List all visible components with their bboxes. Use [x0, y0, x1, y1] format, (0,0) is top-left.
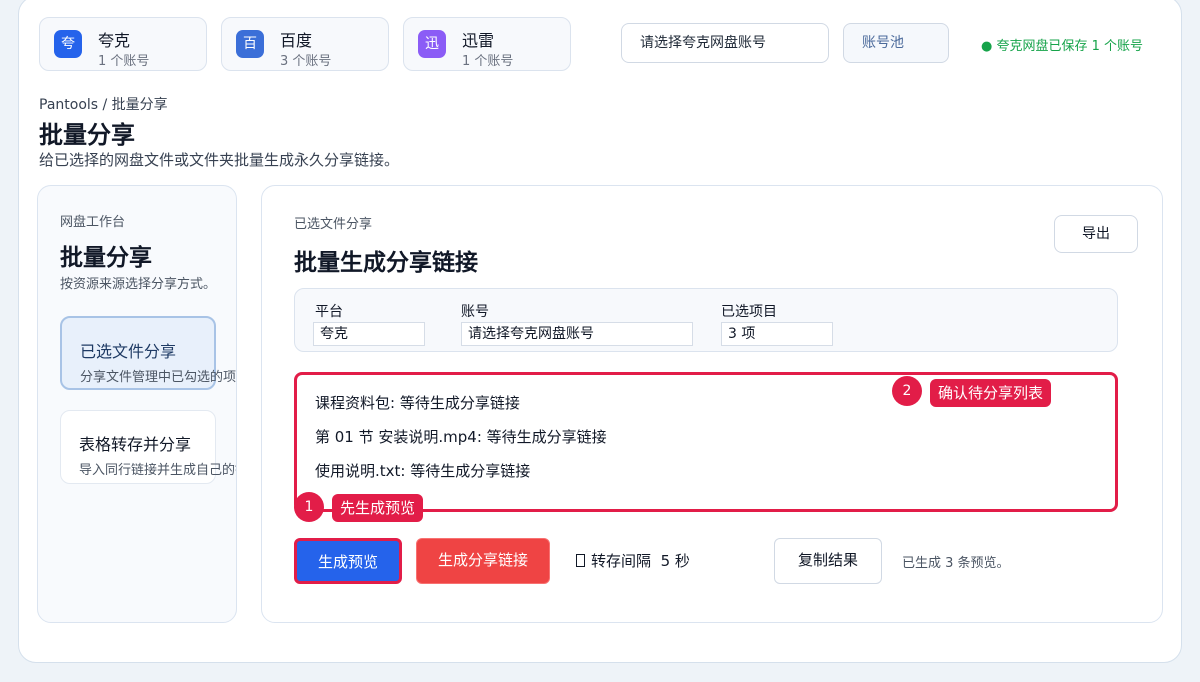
sidebar-item-selected-files-share[interactable]: 已选文件分享 分享文件管理中已勾选的项目 — [60, 316, 236, 390]
account-field[interactable]: 请选择夸克网盘账号 — [461, 322, 693, 346]
platform-card-baidu[interactable]: 百 百度 3 个账号 — [221, 17, 389, 71]
sidebar-item-sheet-transfer-share[interactable]: 表格转存并分享 导入同行链接并生成自己的链 — [60, 410, 236, 484]
top-bar: 夸 夸克 1 个账号 百 百度 3 个账号 迅 迅雷 1 个账号 请选择夸克网盘… — [19, 0, 1181, 77]
xunlei-icon: 迅 — [418, 30, 446, 58]
callout-label: 先生成预览 — [332, 494, 424, 522]
generate-share-links-button[interactable]: 生成分享链接 — [416, 538, 550, 584]
platform-account-count: 3 个账号 — [280, 54, 332, 69]
callout-label: 确认待分享列表 — [930, 379, 1052, 407]
saved-status: ● 夸克网盘已保存 1 个账号 — [981, 39, 1144, 54]
callout-number: 1 — [294, 492, 324, 522]
selected-items-label: 已选项目 — [721, 304, 777, 320]
quark-icon: 夸 — [54, 30, 82, 58]
generate-preview-button[interactable]: 生成预览 — [294, 538, 402, 584]
main-title: 批量生成分享链接 — [294, 250, 478, 276]
account-select[interactable]: 请选择夸克网盘账号 — [621, 23, 829, 63]
interval-label: 转存间隔 — [591, 552, 652, 570]
sidebar: 网盘工作台 批量分享 按资源来源选择分享方式。 已选文件分享 分享文件管理中已勾… — [37, 185, 237, 623]
list-item: 课程资料包: 等待生成分享链接 — [315, 394, 520, 412]
platform-card-quark[interactable]: 夸 夸克 1 个账号 — [39, 17, 207, 71]
sidebar-kicker: 网盘工作台 — [60, 215, 126, 230]
platform-name: 迅雷 — [462, 31, 495, 50]
page-title: 批量分享 — [39, 121, 135, 149]
sidebar-item-label: 已选文件分享 — [80, 342, 177, 361]
platform-field[interactable]: 夸克 — [313, 322, 425, 346]
result-status: 已生成 3 条预览。 — [902, 556, 1010, 571]
baidu-icon: 百 — [236, 30, 264, 58]
sidebar-item-desc: 分享文件管理中已勾选的项目 — [80, 370, 237, 385]
page-description: 给已选择的网盘文件或文件夹批量生成永久分享链接。 — [39, 151, 400, 169]
platform-name: 百度 — [280, 31, 313, 50]
transfer-interval[interactable]: 转存间隔 5 秒 — [576, 550, 690, 571]
share-form: 平台 夸克 账号 请选择夸克网盘账号 已选项目 3 项 — [294, 288, 1118, 352]
platform-card-xunlei[interactable]: 迅 迅雷 1 个账号 — [403, 17, 571, 71]
main-panel: 已选文件分享 批量生成分享链接 导出 平台 夸克 账号 请选择夸克网盘账号 已选… — [261, 185, 1163, 623]
platform-account-count: 1 个账号 — [98, 54, 150, 69]
checkbox-icon[interactable] — [576, 554, 585, 567]
sidebar-item-label: 表格转存并分享 — [79, 435, 192, 454]
platform-account-count: 1 个账号 — [462, 54, 514, 69]
list-item: 使用说明.txt: 等待生成分享链接 — [315, 462, 531, 480]
platform-name: 夸克 — [98, 31, 131, 50]
sidebar-item-desc: 导入同行链接并生成自己的链 — [79, 463, 237, 478]
copy-results-button[interactable]: 复制结果 — [774, 538, 882, 584]
account-label: 账号 — [461, 304, 489, 320]
main-kicker: 已选文件分享 — [294, 217, 373, 232]
interval-value: 5 秒 — [660, 552, 690, 570]
selected-items-field: 3 项 — [721, 322, 833, 346]
sidebar-subtitle: 按资源来源选择分享方式。 — [60, 277, 217, 292]
platform-label: 平台 — [315, 304, 343, 320]
list-item: 第 01 节 安装说明.mp4: 等待生成分享链接 — [315, 428, 607, 446]
app-window: 夸 夸克 1 个账号 百 百度 3 个账号 迅 迅雷 1 个账号 请选择夸克网盘… — [18, 0, 1182, 663]
export-button[interactable]: 导出 — [1054, 215, 1138, 253]
breadcrumb: Pantools / 批量分享 — [39, 97, 168, 113]
sidebar-title: 批量分享 — [60, 245, 152, 271]
account-pool-button[interactable]: 账号池 — [843, 23, 949, 63]
callout-number: 2 — [892, 376, 922, 406]
